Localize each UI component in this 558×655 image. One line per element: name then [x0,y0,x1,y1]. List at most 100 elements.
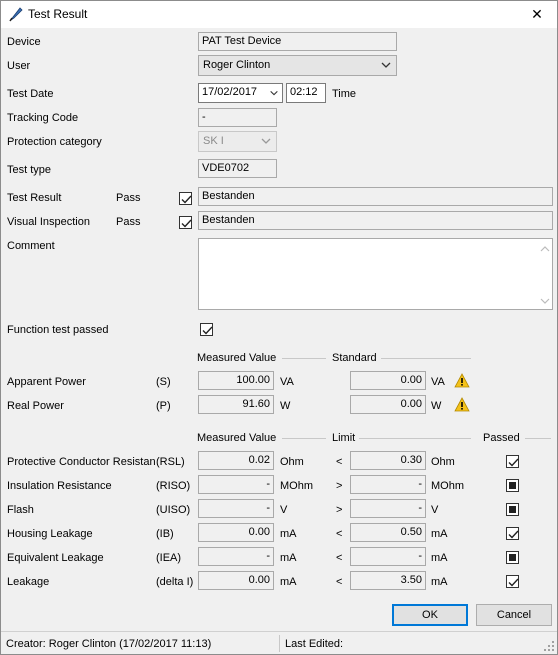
chevron-down-icon [270,90,278,96]
check-icon [202,326,213,335]
test-time-field[interactable]: 02:12 [286,83,326,103]
limit-unit: V [431,504,439,516]
test-result-checkbox[interactable] [179,192,192,205]
power-name: Apparent Power [7,376,86,388]
power-measured-header: Measured Value [197,352,277,364]
test-result-window: Test Result ✕ Device PAT Test Device Use… [0,0,558,655]
warning-icon [454,397,470,412]
measurement-value-field: 0.00 [198,523,274,542]
measurement-name: Flash [7,504,34,516]
measurement-unit: MOhm [280,480,313,492]
limit-unit: Ohm [431,456,455,468]
protection-category-value: SK I [203,135,224,147]
measurement-name: Equivalent Leakage [7,552,104,564]
measurement-name: Housing Leakage [7,528,93,540]
visual-inspection-text-field[interactable]: Bestanden [198,211,553,230]
power-symbol: (P) [156,400,171,412]
divider [282,358,326,359]
scroll-down-icon[interactable] [540,297,550,305]
measurement-symbol: (delta I) [156,576,194,588]
measurement-value-field: - [198,499,274,518]
cancel-button[interactable]: Cancel [476,604,552,626]
passed-checkbox[interactable] [506,575,519,588]
measurement-unit: mA [280,528,297,540]
close-icon: ✕ [531,6,543,22]
check-icon [181,195,192,204]
passed-checkbox[interactable] [506,503,519,516]
status-separator [279,635,280,652]
passed-checkbox[interactable] [506,479,519,492]
divider [381,358,471,359]
measurement-name: Leakage [7,576,50,588]
limit-value-field: - [350,499,426,518]
test-date-value: 17/02/2017 [202,86,258,98]
test-result-text-field[interactable]: Bestanden [198,187,553,206]
visual-inspection-checkbox[interactable] [179,216,192,229]
resize-grip-icon[interactable] [543,640,555,652]
measurement-unit: Ohm [280,456,304,468]
protection-category-select: SK I [198,131,277,152]
check-icon [508,458,519,467]
chevron-down-icon [381,62,391,68]
measurement-value-field: - [198,547,274,566]
measurement-symbol: (RSL) [156,456,185,468]
check-icon [508,578,519,587]
test-result-pass-label: Pass [116,192,141,204]
power-standard-header: Standard [332,352,377,364]
power-value-field: 91.60 [198,395,274,414]
divider [525,438,551,439]
tracking-code-field: - [198,108,277,127]
ok-button[interactable]: OK [392,604,468,626]
passed-checkbox[interactable] [506,551,519,564]
test-result-label: Test Result [7,192,62,204]
user-label: User [7,60,31,72]
limit-unit: mA [431,576,448,588]
tracking-code-label: Tracking Code [7,112,79,124]
chevron-down-icon [261,138,271,144]
measurement-name: Insulation Resistance [7,480,112,492]
comparison-operator: < [336,552,343,564]
divider [282,438,326,439]
divider [359,438,471,439]
function-test-checkbox[interactable] [200,323,213,336]
close-button[interactable]: ✕ [517,1,557,28]
function-test-label: Function test passed [7,324,109,336]
measured-value-header: Measured Value [197,432,277,444]
measurement-symbol: (IB) [156,528,174,540]
limit-value-field: - [350,547,426,566]
user-select[interactable]: Roger Clinton [198,55,397,76]
measurement-value-field: - [198,475,274,494]
limit-unit: mA [431,552,448,564]
warning-icon [454,373,470,388]
comment-textarea[interactable] [198,238,553,310]
test-probe-icon [9,7,23,22]
check-icon [181,219,192,228]
power-value-field: 100.00 [198,371,274,390]
passed-checkbox[interactable] [506,455,519,468]
power-standard-field: 0.00 [350,371,426,390]
time-label: Time [332,88,357,100]
visual-inspection-label: Visual Inspection [7,216,90,228]
limit-unit: MOhm [431,480,464,492]
test-date-picker[interactable]: 17/02/2017 [198,83,283,103]
power-unit: W [280,400,291,412]
measurement-symbol: (IEA) [156,552,182,564]
power-standard-field: 0.00 [350,395,426,414]
power-unit: VA [280,376,294,388]
comment-label: Comment [7,240,55,252]
test-type-field: VDE0702 [198,159,277,178]
power-standard-unit: W [431,400,442,412]
power-name: Real Power [7,400,64,412]
visual-inspection-pass-label: Pass [116,216,141,228]
test-type-label: Test type [7,164,52,176]
measurement-name: Protective Conductor Resistanc [7,456,155,468]
scroll-up-icon[interactable] [540,245,550,253]
comparison-operator: < [336,456,343,468]
comparison-operator: < [336,528,343,540]
last-edited-status: Last Edited: [285,638,344,650]
device-label: Device [7,36,41,48]
measurement-symbol: (RISO) [156,480,191,492]
limit-value-field: - [350,475,426,494]
passed-checkbox[interactable] [506,527,519,540]
protection-category-label: Protection category [7,136,102,148]
